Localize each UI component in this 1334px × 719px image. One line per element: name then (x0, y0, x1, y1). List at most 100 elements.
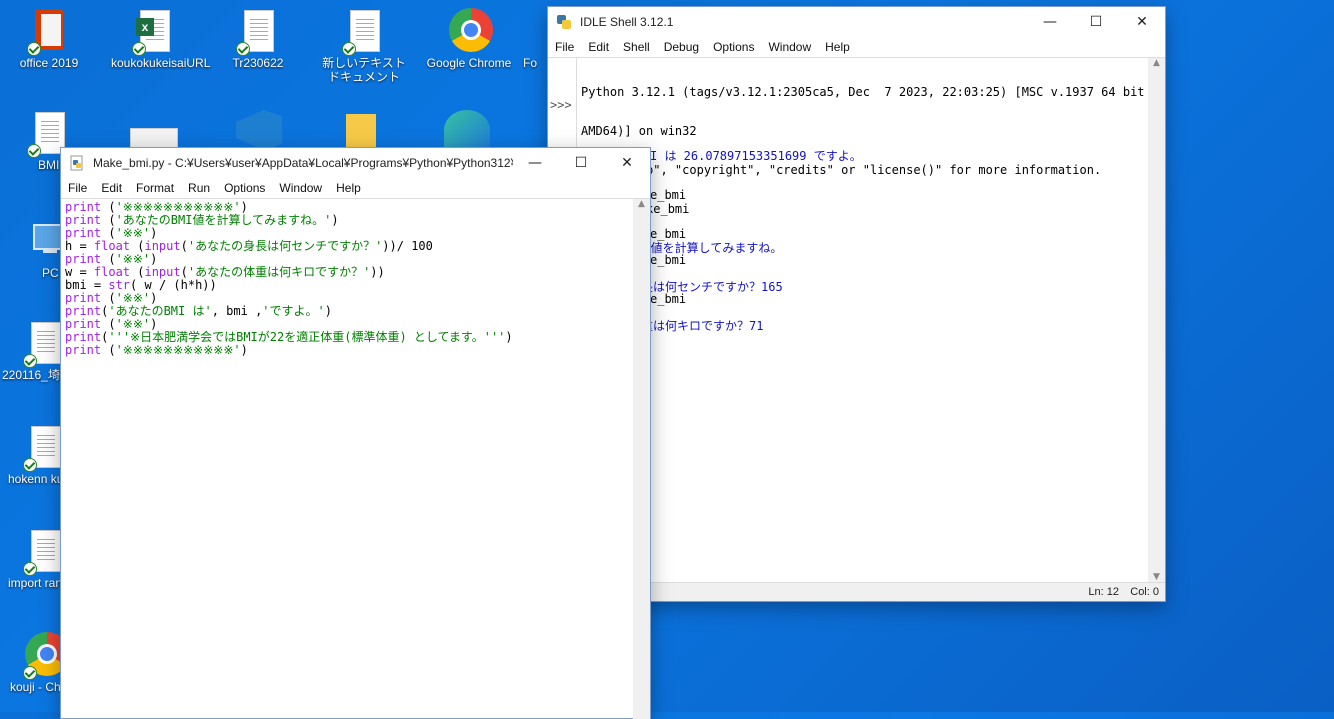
code-text[interactable]: print ('※※※※※※※※※※※') print ('あなたのBMI値を計算… (65, 201, 625, 357)
code-rest: ('あなたのBMI値を計算してみますね。') (101, 213, 338, 227)
menu-file[interactable]: File (61, 181, 94, 195)
code-builtin: float (93, 265, 131, 279)
code-token: '※※' (115, 291, 151, 305)
window-title: IDLE Shell 3.12.1 (580, 15, 674, 29)
shell-output[interactable]: Python 3.12.1 (tags/v3.12.1:2305ca5, Dec… (581, 60, 1147, 359)
menu-options[interactable]: Options (706, 40, 761, 54)
code-token: '※※' (115, 252, 151, 266)
menu-window[interactable]: Window (272, 181, 329, 195)
desktop-icon-label: 新しいテキスト ドキュメント (322, 56, 406, 84)
document-icon (236, 8, 278, 56)
code-token: ) (150, 226, 158, 240)
menu-debug[interactable]: Debug (657, 40, 706, 54)
status-col: Col: 0 (1130, 586, 1159, 598)
menu-run[interactable]: Run (181, 181, 217, 195)
desktop-icon-label: Tr230622 (232, 56, 284, 70)
shell-prompt: >>> (550, 98, 572, 112)
menu-format[interactable]: Format (129, 181, 181, 195)
code-keyword: print (65, 343, 102, 357)
code-rest: ('※※') (101, 226, 157, 240)
menu-window[interactable]: Window (761, 40, 818, 54)
desktop-icon-chrome[interactable]: Google Chrome (426, 8, 512, 70)
editor-titlebar[interactable]: Make_bmi.py - C:¥Users¥user¥AppData¥Loca… (61, 148, 650, 178)
code-token: '※日本肥満学会ではBMIが22を適正体重(標準体重) としてます。''' (122, 330, 506, 344)
code-token: ( (101, 291, 116, 305)
code-token: )) (370, 265, 385, 279)
shell-titlebar[interactable]: IDLE Shell 3.12.1 — ☐ ✕ (548, 7, 1165, 37)
code-token: '※※' (115, 317, 151, 331)
code-token: 'あなたのBMI は' (108, 304, 212, 318)
status-ln: Ln: 12 (1088, 586, 1119, 598)
chrome-icon (449, 8, 493, 54)
shell-output-fragment: e_bmi (650, 253, 687, 267)
code-token: 'あなたの体重は何キロですか？' (187, 265, 371, 279)
code-rest: w = float (input('あなたの体重は何キロですか？')) (65, 265, 385, 279)
desktop-icon-office[interactable]: office 2019 (6, 8, 92, 70)
desktop-icon-excel[interactable]: x koukokukeisaiURL (111, 8, 211, 70)
shell-menubar: File Edit Shell Debug Options Window Hel… (548, 37, 1165, 57)
menu-help[interactable]: Help (329, 181, 368, 195)
menu-edit[interactable]: Edit (581, 40, 616, 54)
code-keyword: print (65, 291, 102, 305)
code-token: ) (505, 330, 513, 344)
code-token: 'あなたのBMI値を計算してみますね。' (115, 213, 332, 227)
folder-icon (346, 114, 376, 150)
code-keyword: print (65, 317, 102, 331)
code-token: ) (240, 343, 248, 357)
shell-line: import Make_bmi (581, 203, 1147, 216)
desktop-icon-new-text[interactable]: 新しいテキスト ドキュメント (321, 8, 407, 84)
maximize-button[interactable]: ☐ (1073, 7, 1119, 37)
code-token: '※※' (115, 226, 151, 240)
minimize-button[interactable]: — (1027, 7, 1073, 37)
close-button[interactable]: ✕ (1119, 7, 1165, 37)
vscode-icon (236, 110, 282, 150)
code-line: print ('※※※※※※※※※※※') (65, 344, 625, 357)
code-token: ( (101, 317, 116, 331)
editor-scrollbar[interactable]: ▲ (633, 199, 650, 719)
code-rest: ('あなたのBMI は', bmi ,'ですよ。') (101, 304, 332, 318)
shell-line: Type "help", "copyright", "credits" or "… (581, 163, 1102, 177)
editor-window[interactable]: Make_bmi.py - C:¥Users¥user¥AppData¥Loca… (61, 148, 650, 719)
code-token: , bmi , (211, 304, 263, 318)
code-builtin: input (144, 239, 181, 253)
code-token: ) (324, 304, 332, 318)
shell-output-fragment: e_bmi (650, 188, 687, 202)
editor-text-area[interactable]: print ('※※※※※※※※※※※') print ('あなたのBMI値を計算… (61, 198, 650, 719)
menu-options[interactable]: Options (217, 181, 272, 195)
code-token: ( (101, 252, 116, 266)
menu-file[interactable]: File (548, 40, 581, 54)
desktop-icon-label: Google Chrome (426, 56, 512, 70)
menu-shell[interactable]: Shell (616, 40, 657, 54)
document-icon (23, 320, 65, 368)
maximize-button[interactable]: ☐ (558, 148, 604, 178)
close-button[interactable]: ✕ (604, 148, 650, 178)
python-icon (557, 15, 571, 29)
editor-menubar: File Edit Format Run Options Window Help (61, 178, 650, 198)
menu-edit[interactable]: Edit (94, 181, 129, 195)
code-token: ) (150, 291, 158, 305)
text-document-icon (342, 8, 384, 56)
desktop-icon-label: office 2019 (19, 56, 79, 70)
desktop-icon-label: koukokukeisaiURL (111, 56, 211, 70)
minimize-button[interactable]: — (512, 148, 558, 178)
shell-line: AMD64)] on win32 (581, 124, 697, 138)
code-token: 'ですよ。' (262, 304, 325, 318)
shell-output-fragment: e_bmi (650, 292, 687, 306)
code-token: ) (150, 252, 158, 266)
desktop-icon-label: Fo (522, 56, 537, 70)
code-token: ( (101, 343, 116, 357)
code-keyword: print (65, 304, 102, 318)
code-keyword: print (65, 252, 102, 266)
code-token: '' (108, 330, 123, 344)
code-token: '※※※※※※※※※※※' (115, 200, 241, 214)
code-rest: ('※※※※※※※※※※※') (101, 200, 248, 214)
excel-file-icon: x (132, 8, 174, 56)
desktop-icon-fo[interactable]: Fo (510, 8, 550, 70)
desktop-icon-tr230622[interactable]: Tr230622 (215, 8, 301, 70)
code-rest: h = float (input('あなたの身長は何センチですか？'))/ 10… (65, 239, 433, 253)
menu-help[interactable]: Help (818, 40, 857, 54)
shell-scrollbar[interactable]: ▲ ▼ (1148, 58, 1165, 584)
code-token: ( (101, 213, 116, 227)
document-icon (23, 424, 65, 472)
shell-line: Python 3.12.1 (tags/v3.12.1:2305ca5, Dec… (581, 85, 1147, 99)
